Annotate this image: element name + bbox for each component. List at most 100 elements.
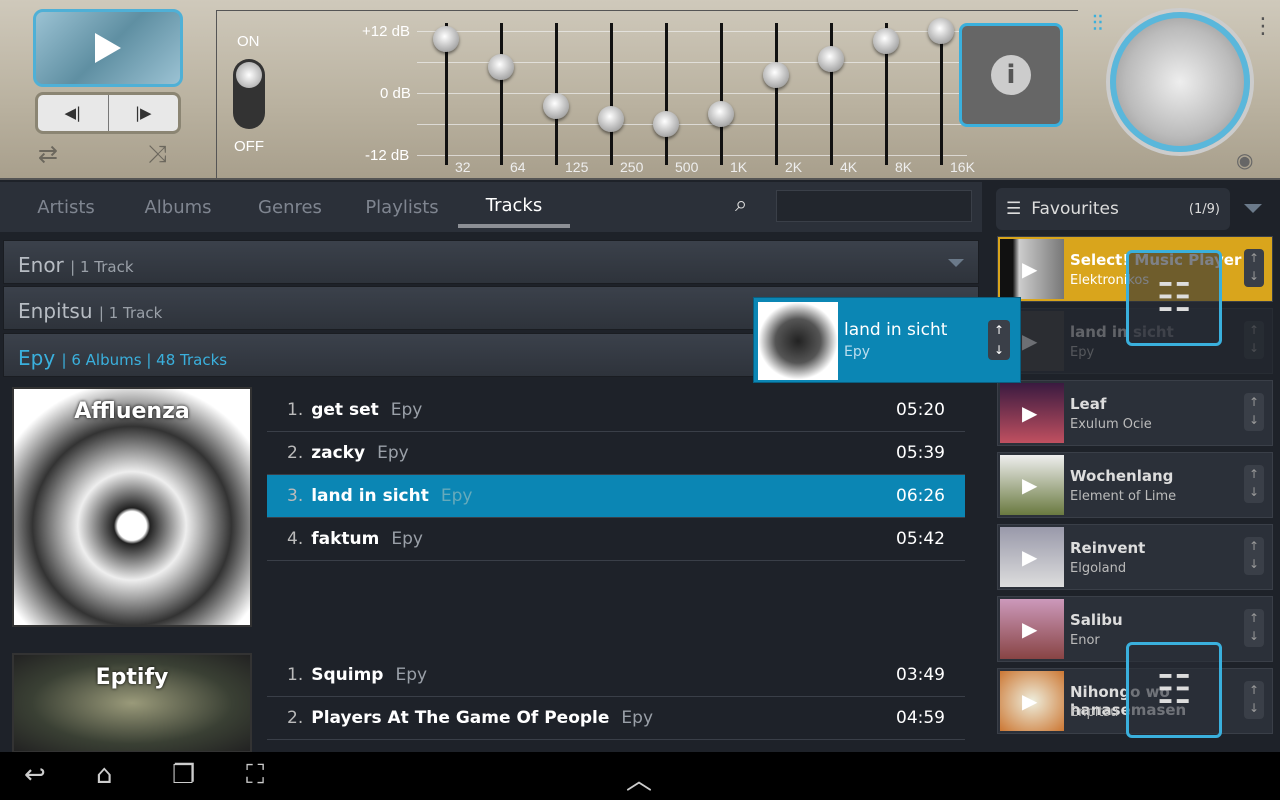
screenshot-icon[interactable]: ⛶ <box>246 760 264 791</box>
eq-band-track <box>610 23 613 165</box>
next-button[interactable]: |▶ <box>109 95 179 131</box>
playlist-item-title: Leaf <box>1070 395 1107 413</box>
drag-handle-icon[interactable]: ↑ ↓ <box>1244 465 1264 503</box>
eq-on-label: ON <box>237 33 260 50</box>
recent-apps-icon[interactable]: ❐ <box>172 760 195 790</box>
track-title: Players At The Game Of People <box>311 708 610 728</box>
playlist-dropdown-icon[interactable] <box>1244 204 1262 213</box>
volume-knob[interactable] <box>1110 12 1250 152</box>
visualizer-eye-icon[interactable]: ◉ <box>1236 148 1253 172</box>
eq-band-slider[interactable] <box>433 25 459 52</box>
repeat-icon[interactable]: ⇄ <box>38 140 58 168</box>
eq-band-slider[interactable] <box>543 92 569 119</box>
add-to-playlist-bottom-drop-target[interactable]: ☷ <box>1126 642 1222 738</box>
eq-band-slider[interactable] <box>928 18 954 44</box>
play-icon[interactable]: ▶ <box>1022 545 1037 569</box>
eq-band-slider[interactable] <box>763 61 789 88</box>
eq-band-slider[interactable] <box>653 111 679 137</box>
playlist-item-title: Reinvent <box>1070 539 1146 557</box>
eq-band-label: 500 <box>675 159 699 175</box>
track-duration: 06:26 <box>896 486 945 506</box>
search-input[interactable] <box>776 190 972 222</box>
eq-band-slider[interactable] <box>818 46 844 73</box>
track-artist: Epy <box>390 400 423 420</box>
playlist-item[interactable]: ▶ Wochenlang Element of Lime ↑ ↓ <box>997 452 1273 518</box>
eq-band-slider[interactable] <box>708 100 734 127</box>
eq-band-track <box>720 23 723 165</box>
eq-band-track <box>940 23 943 165</box>
track-title: faktum <box>311 529 380 549</box>
eq-band-track <box>775 23 778 165</box>
drag-handle-icon[interactable]: ↑ ↓ <box>1244 249 1264 287</box>
tab-playlists[interactable]: Playlists <box>346 189 458 226</box>
drag-handle-icon[interactable]: ↑ ↓ <box>1244 321 1264 359</box>
track-title: Squimp <box>311 665 384 685</box>
expand-up-icon[interactable]: ︿ <box>626 760 652 797</box>
dragged-track[interactable]: land in sicht Epy ↑ ↓ <box>753 297 1021 383</box>
album-art-eptify[interactable]: Eptify <box>12 653 252 753</box>
playlist-item[interactable]: ▶ Reinvent Elgoland ↑ ↓ <box>997 524 1273 590</box>
eq-band-slider[interactable] <box>598 105 624 132</box>
track-artist: Epy <box>440 486 473 506</box>
home-icon[interactable]: ⌂ <box>96 760 113 790</box>
dragged-track-title: land in sicht <box>844 320 948 340</box>
track-row[interactable]: 2. zacky Epy 05:39 <box>267 432 965 475</box>
artist-group-enor[interactable]: Enor | 1 Track <box>3 240 979 284</box>
track-row[interactable]: 3. land in sicht Epy 06:26 <box>267 475 965 518</box>
playlist-item-artist: Exulum Ocie <box>1070 417 1152 432</box>
playlist-item[interactable]: ▶ Leaf Exulum Ocie ↑ ↓ <box>997 380 1273 446</box>
track-artist: Epy <box>395 665 428 685</box>
playlist-count: (1/9) <box>1188 201 1220 217</box>
player-header: ◀| |▶ ⇄ ⤨ ON OFF +12 dB 0 dB -12 dB 32 64 1… <box>0 0 1280 180</box>
play-icon[interactable]: ▶ <box>1022 257 1037 281</box>
eq-band-slider[interactable] <box>488 54 514 81</box>
track-number: 1. <box>287 400 304 420</box>
back-icon[interactable]: ↩ <box>24 760 46 790</box>
db-label: -12 dB <box>365 147 410 164</box>
album-title: Affluenza <box>74 399 190 424</box>
drag-handle-icon[interactable]: ↑ ↓ <box>1244 393 1264 431</box>
tab-albums[interactable]: Albums <box>122 189 234 226</box>
playlist-item-artist: Enor <box>1070 633 1100 648</box>
group-name: Enor <box>18 253 64 277</box>
add-to-playlist-top-drop-target[interactable]: ☷ <box>1126 250 1222 346</box>
eq-band-slider[interactable] <box>873 28 899 55</box>
track-artist: Epy <box>391 529 423 549</box>
info-button[interactable]: i <box>959 23 1063 127</box>
play-icon[interactable]: ▶ <box>1022 473 1037 497</box>
equalizer-settings-icon[interactable]: ⫶⫶ <box>1092 12 1103 37</box>
play-icon[interactable]: ▶ <box>1022 689 1037 713</box>
track-artist: Epy <box>621 708 653 728</box>
previous-button[interactable]: ◀| <box>38 95 109 131</box>
play-button[interactable] <box>33 9 183 87</box>
track-row[interactable]: 4. faktum Epy 05:42 <box>267 518 965 561</box>
playlist-selector[interactable]: ☰ Favourites (1/9) <box>996 188 1230 230</box>
eq-band-label: 250 <box>620 159 644 175</box>
track-title: land in sicht <box>311 486 429 506</box>
track-row[interactable]: 1. Squimp Epy 03:49 <box>267 654 965 697</box>
play-icon[interactable]: ▶ <box>1022 401 1037 425</box>
db-label: +12 dB <box>362 23 410 40</box>
track-row[interactable]: 2. Players At The Game Of People Epy 04:59 <box>267 697 965 740</box>
drag-handle-icon[interactable]: ↑ ↓ <box>1244 681 1264 719</box>
play-icon[interactable]: ▶ <box>1022 617 1037 641</box>
shuffle-icon[interactable]: ⤨ <box>148 140 167 168</box>
drag-handle-icon[interactable]: ↑ ↓ <box>1244 609 1264 647</box>
tab-tracks[interactable]: Tracks <box>458 187 570 228</box>
eq-toggle[interactable] <box>233 59 265 129</box>
eq-band-label: 64 <box>510 159 526 175</box>
group-info: 1 Track <box>108 304 163 322</box>
album-art-affluenza[interactable]: Affluenza <box>12 387 252 627</box>
track-row[interactable]: 1. get set Epy 05:20 <box>267 389 965 432</box>
play-icon[interactable]: ▶ <box>1022 329 1037 353</box>
search-icon[interactable]: ⌕ <box>735 192 747 217</box>
eq-off-label: OFF <box>234 138 264 155</box>
drag-handle-icon[interactable]: ↑ ↓ <box>988 320 1010 360</box>
drag-handle-icon[interactable]: ↑ ↓ <box>1244 537 1264 575</box>
group-info: 1 Track <box>79 258 134 276</box>
tab-artists[interactable]: Artists <box>10 189 122 226</box>
track-duration: 04:59 <box>896 708 945 728</box>
overflow-menu-icon[interactable]: ⋮ <box>1252 14 1274 39</box>
tab-genres[interactable]: Genres <box>234 189 346 226</box>
chevron-down-icon[interactable] <box>948 259 964 267</box>
